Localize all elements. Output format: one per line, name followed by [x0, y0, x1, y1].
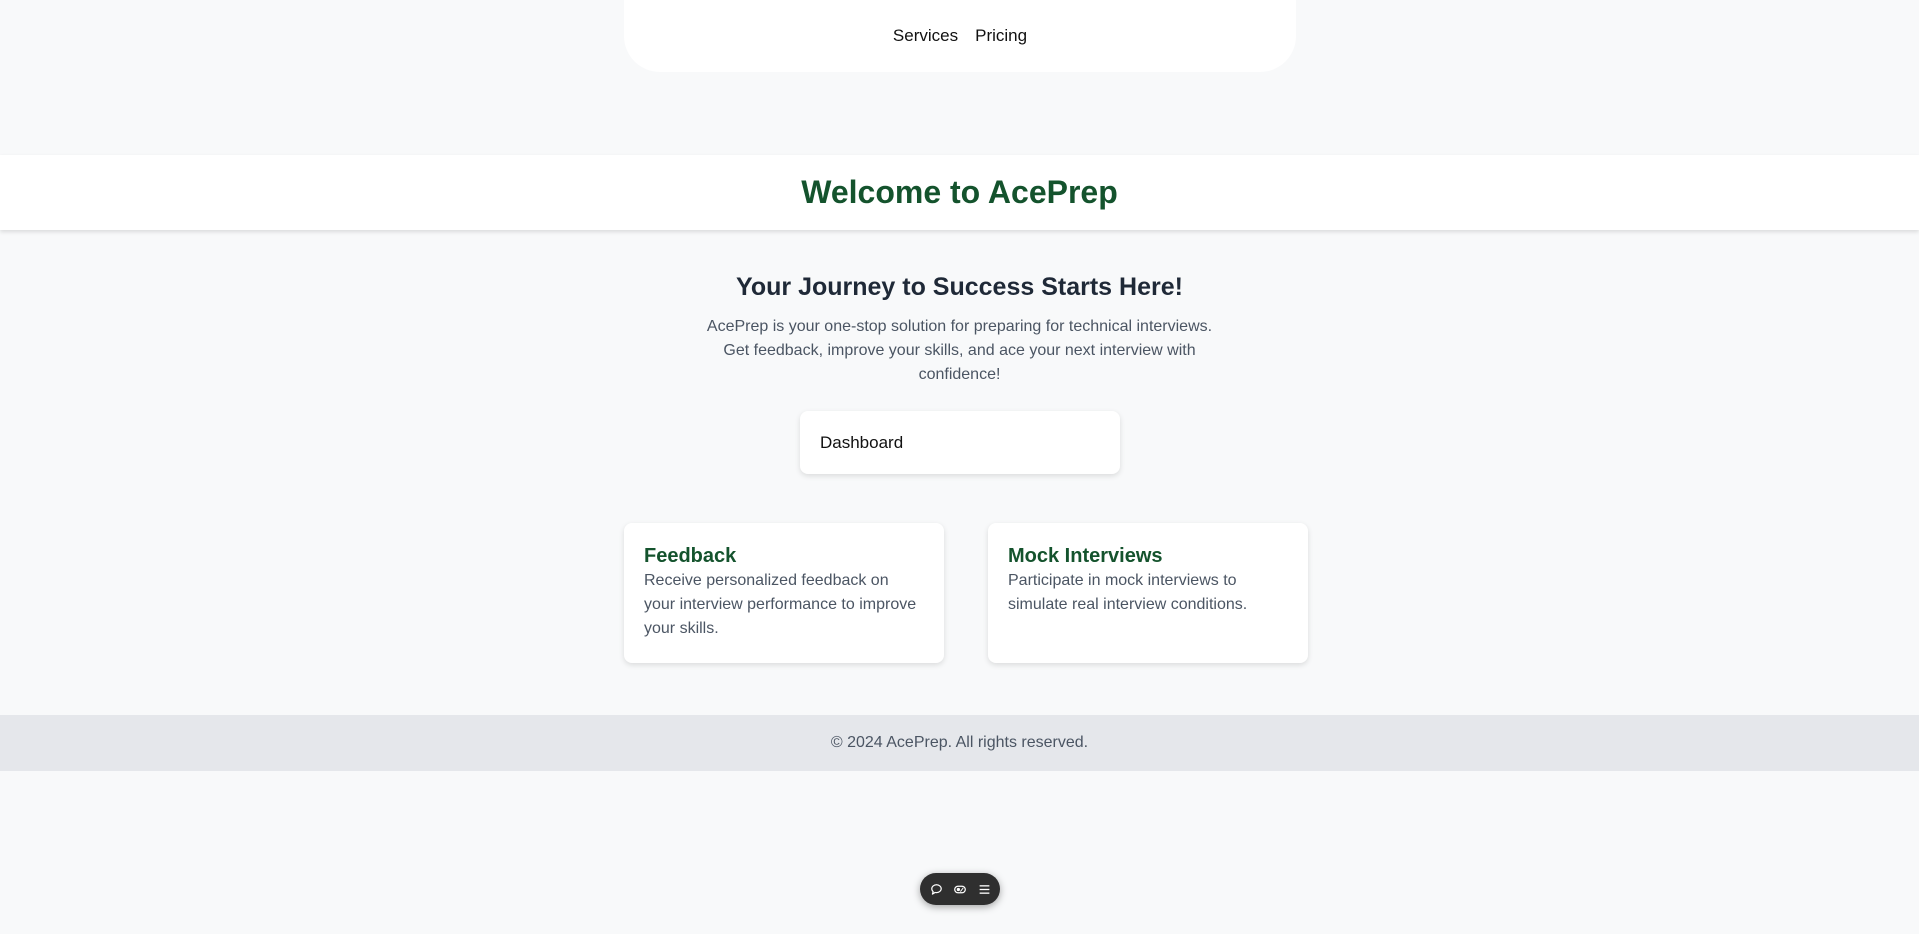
- page-title: Welcome to AcePrep: [801, 174, 1118, 210]
- feature-description: Participate in mock interviews to simula…: [1008, 572, 1248, 613]
- feature-card-mock-interviews: Mock Interviews Participate in mock inte…: [988, 523, 1308, 663]
- feature-title: Feedback: [644, 545, 737, 567]
- floating-toolbar: [920, 873, 1000, 905]
- toggle-icon[interactable]: [952, 881, 968, 897]
- page-header: Welcome to AcePrep: [0, 155, 1919, 230]
- hero-section: Your Journey to Success Starts Here! Ace…: [0, 268, 1919, 387]
- top-nav: Services Pricing: [624, 0, 1296, 72]
- chat-icon[interactable]: [928, 881, 944, 897]
- footer-copyright: © 2024 AcePrep. All rights reserved.: [830, 734, 1089, 751]
- nav-link-services[interactable]: Services: [893, 26, 958, 46]
- menu-icon[interactable]: [976, 881, 992, 897]
- feature-description: Receive personalized feedback on your in…: [644, 572, 917, 637]
- dashboard-link[interactable]: Dashboard: [800, 411, 1120, 474]
- hero-title: Your Journey to Success Starts Here!: [736, 273, 1183, 301]
- page-footer: © 2024 AcePrep. All rights reserved.: [0, 715, 1919, 771]
- nav-link-pricing[interactable]: Pricing: [975, 26, 1027, 46]
- feature-title: Mock Interviews: [1008, 545, 1163, 567]
- hero-description: AcePrep is your one-stop solution for pr…: [706, 318, 1213, 383]
- feature-card-feedback: Feedback Receive personalized feedback o…: [624, 523, 944, 663]
